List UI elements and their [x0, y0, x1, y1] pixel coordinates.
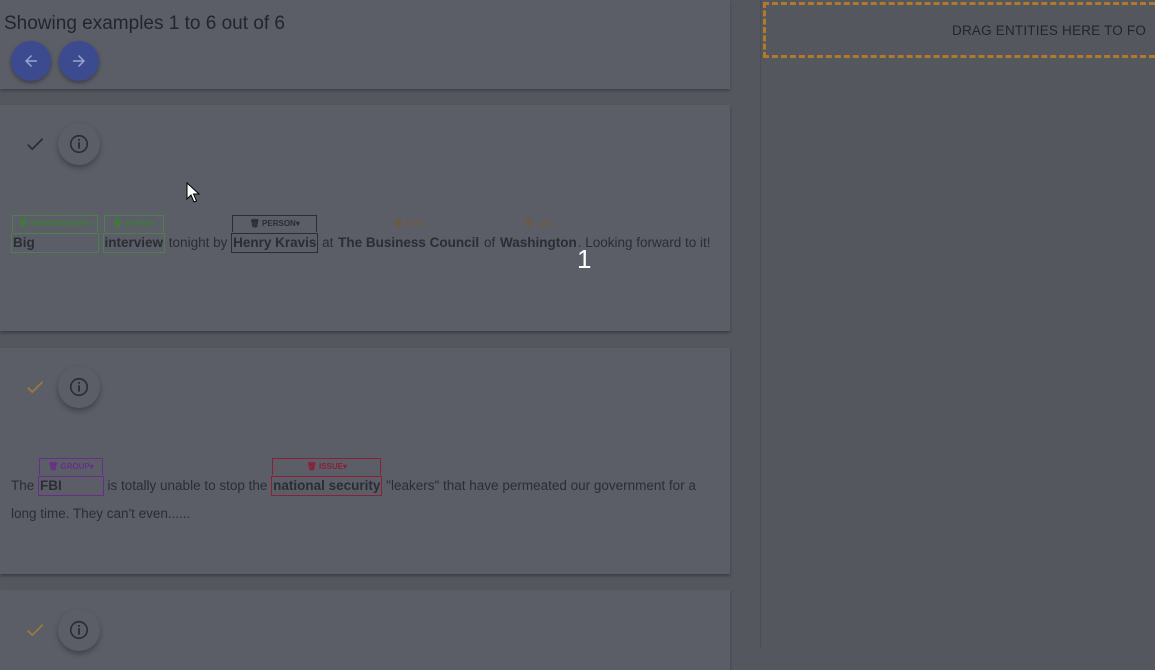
- trash-icon[interactable]: 🗑: [48, 462, 58, 471]
- info-icon: [69, 377, 89, 397]
- examples-header: Showing examples 1 to 6 out of 6: [0, 0, 730, 89]
- arrow-left-icon: [25, 55, 37, 67]
- trash-icon[interactable]: 🗑: [524, 219, 534, 228]
- panel-divider: [760, 0, 761, 649]
- entity-tag[interactable]: 🗑 SUBORDINATE▾: [12, 215, 98, 232]
- entity-span[interactable]: 🗑 EVENT▾ interview: [102, 215, 166, 253]
- example-text: The 🗑 GROUP▾ FBI is totally unable to st…: [11, 458, 711, 528]
- confirm-button[interactable]: [14, 366, 56, 408]
- trash-icon[interactable]: 🗑: [250, 219, 260, 228]
- entity-tag[interactable]: 🗑 ISSUE▾: [272, 458, 382, 475]
- entity-tag[interactable]: 🗑 GROUP▾: [39, 458, 103, 475]
- drop-zone-label: DRAG ENTITIES HERE TO FO: [952, 23, 1147, 38]
- check-icon: [27, 624, 44, 637]
- example-card: [0, 590, 730, 670]
- trash-icon[interactable]: 🗑: [112, 219, 122, 228]
- entity-tag[interactable]: 🗑 PERSON▾: [232, 215, 318, 232]
- example-text: 🗑 SUBORDINATE▾ Big 🗑 EVENT▾ interview to…: [11, 215, 711, 257]
- mouse-cursor-icon: [186, 182, 200, 203]
- entity-tag[interactable]: 🗑 ORG: [337, 215, 480, 232]
- example-card: The 🗑 GROUP▾ FBI is totally unable to st…: [0, 348, 730, 574]
- arrow-right-icon: [73, 55, 85, 67]
- entity-span[interactable]: 🗑 SUBORDINATE▾ Big: [11, 215, 99, 253]
- info-icon: [69, 620, 89, 640]
- entity-tag[interactable]: 🗑 LOC: [499, 215, 578, 232]
- check-icon: [27, 138, 44, 151]
- trash-icon[interactable]: 🗑: [18, 219, 28, 228]
- entity-span[interactable]: 🗑 LOC Washington: [499, 219, 578, 252]
- info-button[interactable]: [58, 366, 100, 408]
- info-button[interactable]: [58, 609, 100, 651]
- trash-icon[interactable]: 🗑: [307, 462, 317, 471]
- entity-tag[interactable]: 🗑 EVENT▾: [103, 215, 165, 232]
- confirm-button[interactable]: [14, 609, 56, 651]
- next-button[interactable]: [59, 41, 99, 81]
- trash-icon[interactable]: 🗑: [393, 219, 403, 228]
- showing-examples-text: Showing examples 1 to 6 out of 6: [4, 13, 285, 34]
- entity-span[interactable]: 🗑 PERSON▾ Henry Kravis: [231, 215, 319, 253]
- overlay-number: 1: [577, 244, 592, 274]
- previous-button[interactable]: [11, 41, 51, 81]
- example-card: 🗑 SUBORDINATE▾ Big 🗑 EVENT▾ interview to…: [0, 105, 730, 331]
- info-icon: [69, 134, 89, 154]
- confirm-button[interactable]: [14, 123, 56, 165]
- entity-span[interactable]: 🗑 ISSUE▾ national security: [271, 458, 383, 496]
- check-icon: [27, 381, 44, 394]
- entity-span[interactable]: 🗑 GROUP▾ FBI: [38, 458, 104, 496]
- info-button[interactable]: [58, 123, 100, 165]
- examples-panel: Showing examples 1 to 6 out of 6 🗑 SUBOR…: [0, 0, 730, 670]
- entity-span[interactable]: 🗑 ORG The Business Council: [337, 219, 480, 252]
